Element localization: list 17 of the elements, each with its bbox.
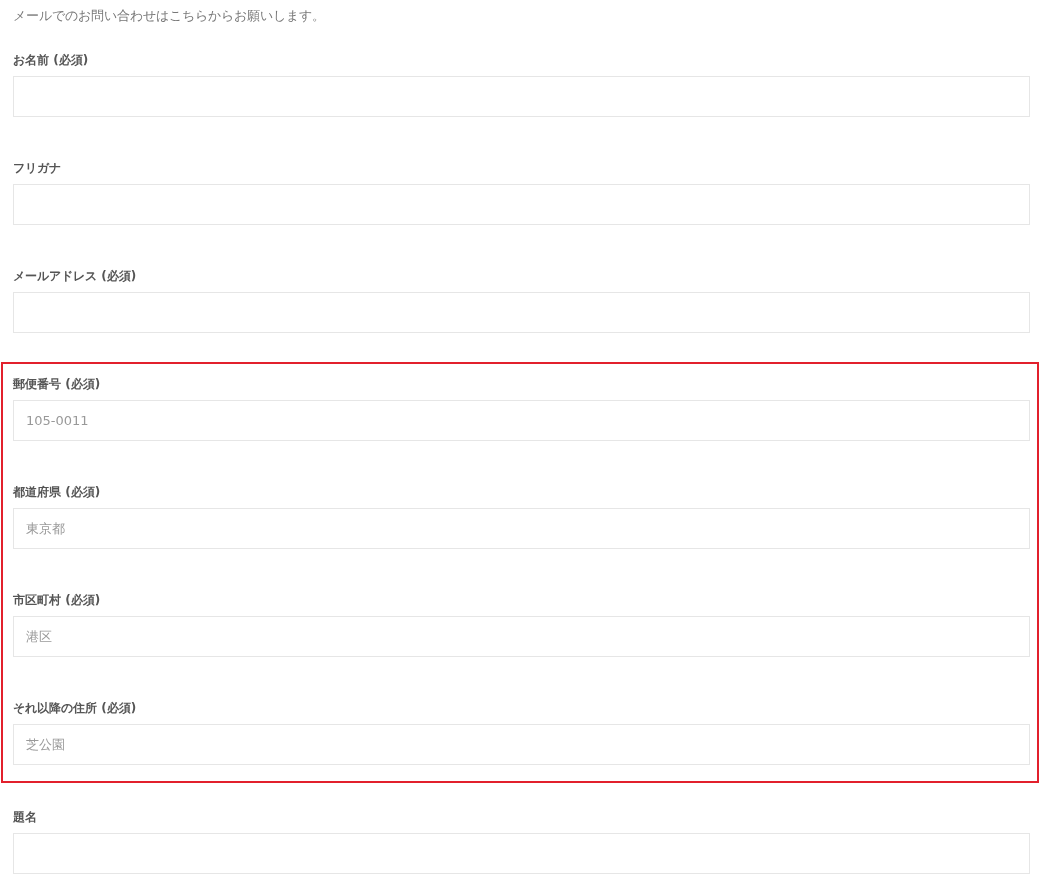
input-field[interactable] (13, 833, 1030, 874)
input-field[interactable]: 東京都 (13, 508, 1030, 549)
input-field[interactable]: 105-0011 (13, 400, 1030, 441)
field-label: 市区町村 (必須) (13, 592, 101, 609)
field-label: 郵便番号 (必須) (13, 376, 101, 393)
input-field[interactable] (13, 76, 1030, 117)
input-field[interactable]: 港区 (13, 616, 1030, 657)
field-label: フリガナ (13, 160, 61, 177)
input-field[interactable] (13, 184, 1030, 225)
field-label: メールアドレス (必須) (13, 268, 137, 285)
input-field[interactable] (13, 292, 1030, 333)
field-label: 都道府県 (必須) (13, 484, 101, 501)
intro-text: メールでのお問い合わせはこちらからお願いします。 (13, 7, 326, 25)
field-label: お名前 (必須) (13, 52, 89, 69)
field-label: それ以降の住所 (必須) (13, 700, 137, 717)
input-field[interactable]: 芝公園 (13, 724, 1030, 765)
field-label: 題名 (13, 809, 37, 826)
